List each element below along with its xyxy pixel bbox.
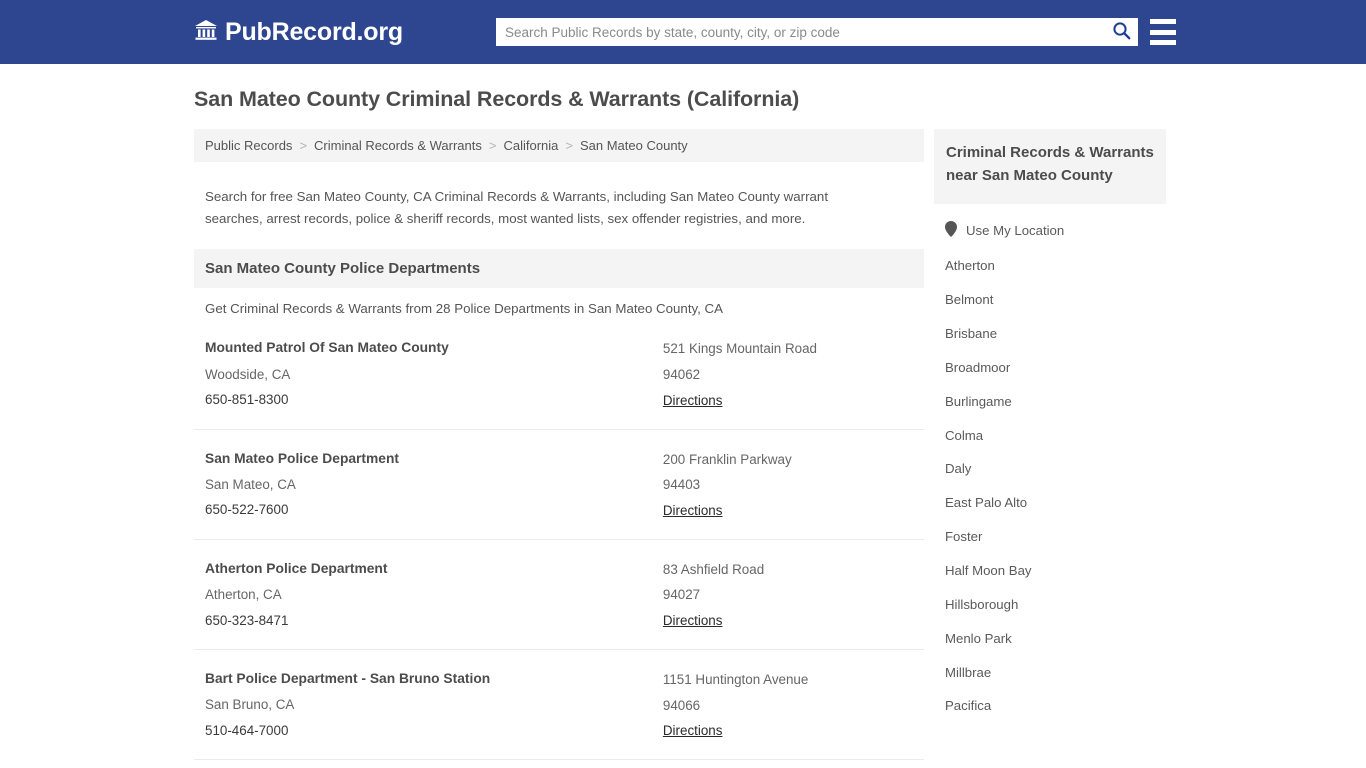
listing-left-column: Atherton Police Department Atherton, CA … [205, 556, 663, 634]
sidebar-item-burlingame[interactable]: Burlingame [934, 385, 1166, 419]
breadcrumb-item-public-records[interactable]: Public Records [205, 138, 292, 153]
listing-name: Mounted Patrol Of San Mateo County [205, 340, 449, 356]
table-row: Belmont Police Department Belmont, CA 65… [194, 760, 924, 768]
listing-zip: 94066 [662, 697, 701, 713]
breadcrumb-separator-icon: > [299, 137, 308, 153]
directions-link[interactable]: Directions [663, 388, 723, 414]
listing-list: Mounted Patrol Of San Mateo County Woods… [194, 316, 924, 768]
page-title: San Mateo County Criminal Records & Warr… [194, 87, 800, 111]
table-row: Bart Police Department - San Bruno Stati… [194, 650, 924, 761]
search-button[interactable] [1104, 18, 1138, 46]
sidebar-item-broadmoor[interactable]: Broadmoor [934, 351, 1166, 385]
sidebar-item-label: Menlo Park [945, 630, 1012, 646]
table-row: Mounted Patrol Of San Mateo County Woods… [194, 316, 924, 430]
sidebar-item-colma[interactable]: Colma [934, 419, 1166, 453]
listing-left-column: San Mateo Police Department San Mateo, C… [205, 446, 663, 524]
sidebar-item-label: Burlingame [945, 393, 1012, 409]
sidebar-item-label: Millbrae [945, 664, 992, 680]
directions-link[interactable]: Directions [663, 498, 723, 524]
listing-city: San Bruno, CA [205, 697, 295, 713]
listing-phone: 510-464-7000 [205, 722, 289, 738]
listing-phone: 650-522-7600 [205, 502, 289, 518]
breadcrumb-item-california[interactable]: California [503, 138, 558, 153]
sidebar-item-east-palo-alto[interactable]: East Palo Alto [934, 486, 1166, 520]
sidebar-item-label: Belmont [945, 292, 994, 308]
listing-city: Woodside, CA [205, 366, 291, 382]
listing-address: 83 Ashfield Road [662, 561, 765, 577]
site-logo[interactable]: PubRecord.org [194, 19, 403, 46]
sidebar-item-millbrae[interactable]: Millbrae [934, 656, 1166, 690]
page-body: San Mateo County Criminal Records & Warr… [0, 64, 1366, 768]
listing-address: 1151 Huntington Avenue [662, 671, 809, 687]
listing-left-column: Mounted Patrol Of San Mateo County Woods… [205, 335, 663, 413]
listing-name: Atherton Police Department [205, 560, 388, 576]
listing-right-column: 83 Ashfield Road 94027 Directions [663, 556, 913, 634]
search-input[interactable] [496, 18, 1104, 46]
table-row: Atherton Police Department Atherton, CA … [194, 540, 924, 650]
listing-left-column: Bart Police Department - San Bruno Stati… [205, 666, 663, 744]
sidebar-item-label: Foster [945, 529, 983, 545]
site-logo-text: PubRecord.org [225, 17, 403, 46]
breadcrumb-separator-icon: > [565, 137, 573, 153]
content-columns: Public Records > Criminal Records & Warr… [194, 128, 1366, 768]
sidebar-item-label: East Palo Alto [945, 495, 1028, 511]
sidebar-item-label: Pacifica [945, 698, 992, 714]
table-row: San Mateo Police Department San Mateo, C… [194, 430, 924, 540]
hamburger-menu-icon [1150, 40, 1176, 45]
sidebar-heading: Criminal Records & Warrants near San Mat… [934, 128, 1166, 204]
hamburger-menu-button[interactable] [1150, 19, 1176, 45]
listing-right-column: 1151 Huntington Avenue 94066 Directions [663, 666, 913, 744]
listing-address: 521 Kings Mountain Road [662, 341, 817, 357]
listing-phone: 650-851-8300 [205, 392, 289, 408]
sidebar-item-label: Brisbane [945, 326, 998, 342]
site-header: PubRecord.org [0, 0, 1366, 64]
listing-right-column: 200 Franklin Parkway 94403 Directions [663, 446, 913, 524]
listing-address: 200 Franklin Parkway [662, 451, 792, 467]
listing-name: San Mateo Police Department [205, 450, 399, 466]
search-icon [1112, 21, 1131, 43]
sidebar-item-label: Atherton [945, 258, 995, 274]
listing-name: Bart Police Department - San Bruno Stati… [205, 670, 491, 686]
listing-zip: 94403 [662, 477, 701, 493]
sidebar-item-pacifica[interactable]: Pacifica [934, 689, 1166, 723]
sidebar: Criminal Records & Warrants near San Mat… [934, 128, 1166, 768]
sidebar-item-label: Hillsborough [945, 596, 1019, 612]
sidebar-item-use-my-location[interactable]: Use My Location [934, 212, 1166, 250]
main-content: Public Records > Criminal Records & Warr… [194, 128, 924, 768]
search-bar [496, 18, 1138, 46]
listing-zip: 94027 [662, 587, 701, 603]
section-subheading: Get Criminal Records & Warrants from 28 … [205, 301, 724, 317]
sidebar-item-foster[interactable]: Foster [934, 520, 1166, 554]
breadcrumb: Public Records > Criminal Records & Warr… [194, 128, 924, 162]
intro-paragraph: Search for free San Mateo County, CA Cri… [205, 189, 829, 226]
sidebar-item-menlo-park[interactable]: Menlo Park [934, 622, 1166, 656]
sidebar-item-label: Use My Location [966, 222, 1065, 238]
sidebar-item-half-moon-bay[interactable]: Half Moon Bay [934, 554, 1166, 588]
breadcrumb-item-criminal-records-warrants[interactable]: Criminal Records & Warrants [314, 138, 482, 153]
sidebar-item-daly[interactable]: Daly [934, 452, 1166, 486]
hamburger-menu-icon [1150, 29, 1176, 35]
listing-zip: 94062 [662, 367, 701, 383]
sidebar-nearby-list: Use My Location Atherton Belmont Brisban… [934, 204, 1166, 724]
directions-link[interactable]: Directions [663, 718, 723, 744]
sidebar-item-label: Half Moon Bay [945, 562, 1032, 578]
hamburger-menu-icon [1150, 19, 1176, 24]
breadcrumb-item-san-mateo-county[interactable]: San Mateo County [580, 138, 688, 153]
sidebar-item-label: Broadmoor [945, 359, 1011, 375]
listing-city: Atherton, CA [205, 586, 282, 602]
sidebar-item-atherton[interactable]: Atherton [934, 249, 1166, 283]
listing-right-column: 521 Kings Mountain Road 94062 Directions [663, 335, 913, 413]
directions-link[interactable]: Directions [663, 608, 723, 634]
sidebar-item-belmont[interactable]: Belmont [934, 283, 1166, 317]
map-pin-icon [945, 220, 957, 241]
breadcrumb-separator-icon: > [488, 137, 497, 153]
listing-city: San Mateo, CA [205, 476, 296, 492]
sidebar-item-brisbane[interactable]: Brisbane [934, 317, 1166, 351]
sidebar-item-hillsborough[interactable]: Hillsborough [934, 588, 1166, 622]
sidebar-item-label: Colma [945, 427, 984, 443]
sidebar-item-label: Daly [945, 461, 972, 477]
section-heading: San Mateo County Police Departments [194, 249, 924, 289]
bank-building-icon [194, 19, 218, 46]
listing-phone: 650-323-8471 [205, 612, 289, 628]
